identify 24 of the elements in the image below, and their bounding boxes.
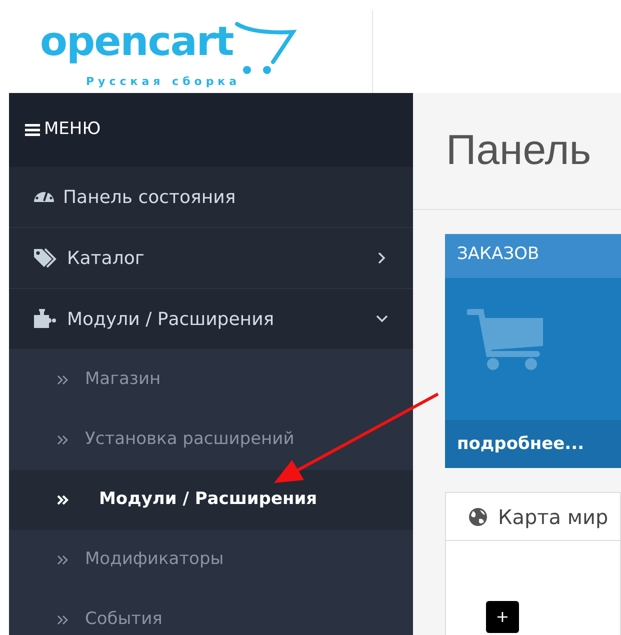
sidebar-item[interactable]: Модули / Расширения [9, 289, 413, 350]
double-chevron-icon [57, 614, 69, 626]
logo-subtitle: Русская сборка [86, 76, 242, 87]
puzzle-icon [33, 309, 59, 329]
menu-icon [25, 123, 40, 137]
tile-title: ЗАКАЗОВ [445, 234, 621, 278]
menu-heading: МЕНЮ [44, 118, 101, 142]
sidebar-item[interactable]: Каталог [9, 228, 413, 289]
details-link[interactable]: подробнее... [445, 420, 621, 468]
cart-icon [467, 308, 543, 372]
double-chevron-icon [57, 494, 69, 506]
double-chevron-icon [57, 374, 69, 386]
zoom-in-button[interactable]: + [486, 601, 519, 633]
panel-title: Карта мир [498, 504, 608, 530]
cart-swoosh-icon [233, 22, 300, 76]
globe-icon [468, 506, 488, 526]
tags-icon [33, 248, 59, 268]
logo-name: opencart [40, 22, 234, 62]
dashboard-icon [33, 191, 55, 203]
page-title: Панель [413, 93, 621, 210]
double-chevron-icon [57, 434, 69, 446]
double-chevron-icon [57, 554, 69, 566]
sidebar-item[interactable]: Панель состояния [9, 167, 413, 228]
submenu-item[interactable]: Модули / Расширения [9, 470, 413, 530]
